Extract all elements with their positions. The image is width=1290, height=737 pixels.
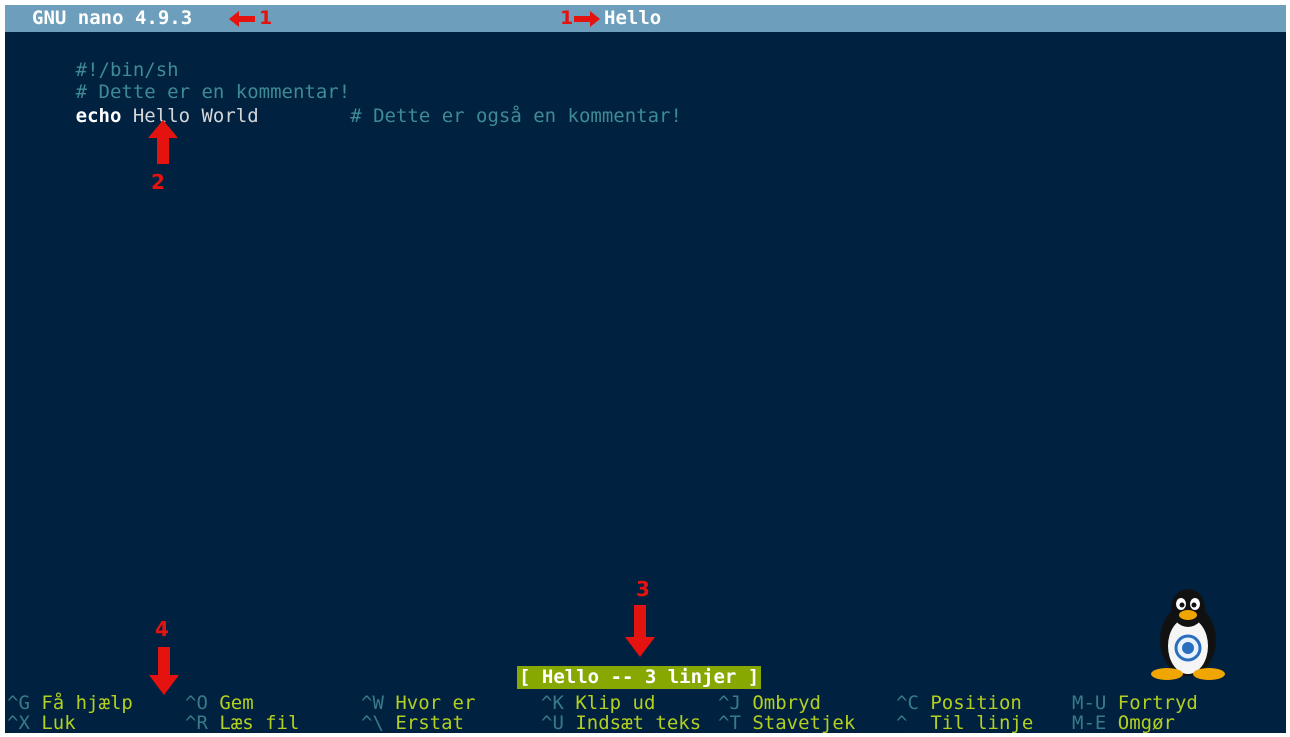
annotation-arrow-down-icon bbox=[149, 647, 179, 695]
tux-penguin-logo bbox=[1151, 589, 1225, 680]
shortcut-cut[interactable]: ^K Klip ud bbox=[541, 692, 655, 714]
shortcut-paste[interactable]: ^U Indsæt teks bbox=[541, 712, 701, 733]
annotation-number: 4 bbox=[155, 617, 169, 641]
annotation-arrow-up-icon bbox=[148, 120, 178, 164]
shortcut-where-is[interactable]: ^W Hvor er bbox=[361, 692, 475, 714]
shortcut-position[interactable]: ^C Position bbox=[896, 692, 1022, 714]
shortcut-read-file[interactable]: ^R Læs fil bbox=[185, 712, 299, 733]
annotation-arrow-right-icon bbox=[574, 11, 600, 27]
status-message: [ Hello -- 3 linjer ] bbox=[517, 666, 762, 689]
annotation-number: 1 bbox=[259, 7, 273, 29]
shortcut-save[interactable]: ^O Gem bbox=[185, 692, 254, 714]
shortcut-get-help[interactable]: ^G Få hjælp bbox=[7, 692, 133, 714]
shortcut-spell-check[interactable]: ^T Stavetjek bbox=[718, 712, 855, 733]
shortcut-justify[interactable]: ^J Ombryd bbox=[718, 692, 821, 714]
shortcut-go-to-line[interactable]: ^_ Til linje bbox=[896, 712, 1033, 733]
annotation-number: 2 bbox=[151, 170, 165, 194]
app-version-title: GNU nano 4.9.3 bbox=[32, 7, 193, 29]
annotation-arrow-left-icon bbox=[229, 11, 255, 27]
annotation-arrow-down-icon bbox=[625, 605, 655, 657]
shortcut-redo[interactable]: M-E Omgør bbox=[1072, 712, 1175, 733]
nano-terminal-window: GNU nano 4.9.3 1 1 Hello #!/bin/sh # Det… bbox=[5, 5, 1286, 733]
code-comment: # Dette er også en kommentar! bbox=[350, 104, 682, 127]
file-name-title: Hello bbox=[604, 7, 662, 29]
code-keyword: echo bbox=[75, 104, 122, 127]
shortcut-undo[interactable]: M-U Fortryd bbox=[1072, 692, 1198, 714]
editor-line: echo Hello World # Dette er også en komm… bbox=[7, 82, 682, 150]
shortcut-replace[interactable]: ^\ Erstat bbox=[361, 712, 464, 733]
title-bar: GNU nano 4.9.3 1 1 Hello bbox=[5, 5, 1286, 32]
shortcut-exit[interactable]: ^X Luk bbox=[7, 712, 76, 733]
annotation-number: 1 bbox=[560, 7, 574, 29]
annotation-number: 3 bbox=[636, 577, 650, 601]
